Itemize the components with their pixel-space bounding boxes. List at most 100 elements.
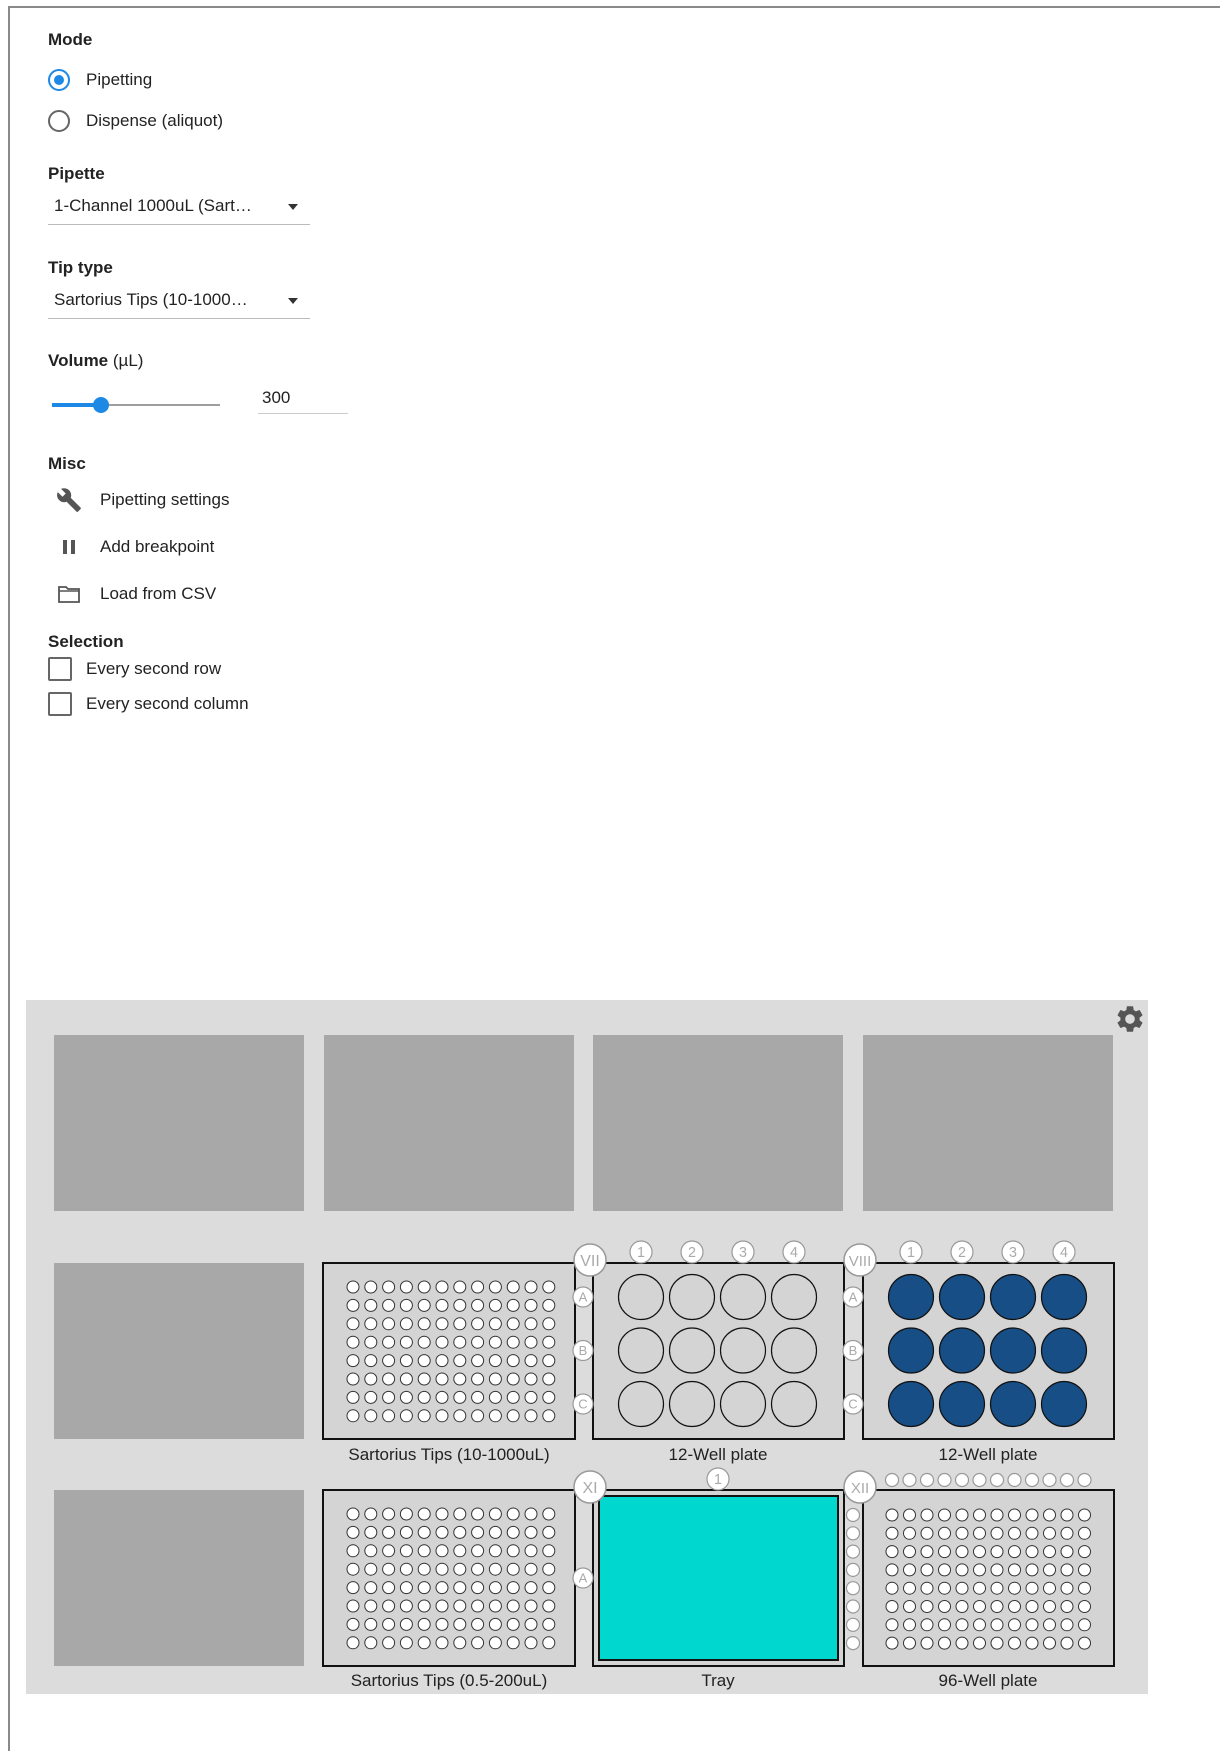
tip-well[interactable] [453, 1372, 467, 1386]
tip-well[interactable] [364, 1390, 378, 1404]
tip-well[interactable] [364, 1581, 378, 1595]
plate-96-well[interactable] [1043, 1618, 1056, 1632]
tip-well[interactable] [399, 1617, 413, 1631]
tip-well[interactable] [399, 1280, 413, 1294]
plate-96-well[interactable] [973, 1526, 986, 1540]
tip-well[interactable] [506, 1372, 520, 1386]
tip-well[interactable] [364, 1636, 378, 1650]
tip-well[interactable] [524, 1562, 538, 1576]
plate-96-well[interactable] [990, 1526, 1004, 1540]
labware-96-well-plate[interactable] [862, 1489, 1115, 1667]
plate-96-well[interactable] [1008, 1545, 1021, 1559]
plate-well[interactable] [668, 1273, 716, 1321]
plate-well[interactable] [887, 1327, 935, 1374]
plate-96-well[interactable] [990, 1563, 1004, 1577]
tip-well[interactable] [542, 1298, 556, 1312]
tip-well[interactable] [382, 1409, 396, 1423]
plate-96-well[interactable] [973, 1636, 986, 1650]
plate-well[interactable] [668, 1327, 716, 1374]
tip-well[interactable] [488, 1617, 502, 1631]
plate-96-well[interactable] [990, 1545, 1004, 1559]
plate-96-well[interactable] [1078, 1545, 1091, 1559]
plate-96-well[interactable] [1078, 1636, 1091, 1650]
tip-well[interactable] [435, 1335, 449, 1349]
tip-well[interactable] [417, 1599, 431, 1613]
tip-well[interactable] [488, 1409, 502, 1423]
tip-well[interactable] [417, 1617, 431, 1631]
tip-well[interactable] [364, 1335, 378, 1349]
tip-well[interactable] [399, 1372, 413, 1386]
tip-well[interactable] [506, 1562, 520, 1576]
tip-well[interactable] [346, 1507, 360, 1521]
plate-96-well[interactable] [1025, 1581, 1039, 1595]
plate-well[interactable] [938, 1327, 986, 1374]
plate-well[interactable] [770, 1273, 818, 1321]
tip-well[interactable] [524, 1507, 538, 1521]
tip-well[interactable] [471, 1335, 485, 1349]
tip-well[interactable] [488, 1335, 502, 1349]
tip-well[interactable] [471, 1280, 485, 1294]
tip-well[interactable] [435, 1562, 449, 1576]
tip-well[interactable] [399, 1354, 413, 1368]
tip-well[interactable] [382, 1599, 396, 1613]
plate-96-well[interactable] [1060, 1600, 1074, 1613]
tip-well[interactable] [382, 1354, 396, 1368]
tip-well[interactable] [346, 1317, 360, 1331]
plate-well[interactable] [617, 1380, 665, 1428]
tray-reservoir[interactable] [598, 1495, 839, 1661]
tip-well[interactable] [471, 1354, 485, 1368]
plate-96-well[interactable] [920, 1526, 934, 1540]
tip-well[interactable] [506, 1390, 520, 1404]
plate-96-well[interactable] [955, 1600, 969, 1613]
plate-96-well[interactable] [1008, 1563, 1021, 1577]
tip-well[interactable] [453, 1617, 467, 1631]
plate-well[interactable] [617, 1327, 665, 1374]
tip-well[interactable] [346, 1280, 360, 1294]
tip-well[interactable] [542, 1636, 556, 1650]
tip-well[interactable] [435, 1409, 449, 1423]
plate-96-well[interactable] [1078, 1526, 1091, 1540]
tip-well[interactable] [364, 1354, 378, 1368]
plate-96-well[interactable] [973, 1618, 986, 1632]
tip-well[interactable] [506, 1280, 520, 1294]
tip-well[interactable] [364, 1409, 378, 1423]
tip-well[interactable] [382, 1525, 396, 1539]
plate-96-well[interactable] [1060, 1581, 1074, 1595]
tip-well[interactable] [399, 1544, 413, 1558]
tip-well[interactable] [488, 1544, 502, 1558]
tip-well[interactable] [346, 1525, 360, 1539]
tip-well[interactable] [382, 1335, 396, 1349]
plate-96-well[interactable] [938, 1636, 951, 1650]
tip-well[interactable] [542, 1617, 556, 1631]
tip-well[interactable] [453, 1636, 467, 1650]
tip-well[interactable] [542, 1562, 556, 1576]
tip-well[interactable] [488, 1298, 502, 1312]
tip-well[interactable] [524, 1617, 538, 1631]
tip-well[interactable] [435, 1317, 449, 1331]
tip-well[interactable] [399, 1636, 413, 1650]
tip-well[interactable] [435, 1354, 449, 1368]
plate-96-well[interactable] [903, 1618, 916, 1632]
plate-96-well[interactable] [903, 1545, 916, 1559]
plate-96-well[interactable] [938, 1600, 951, 1613]
tip-well[interactable] [382, 1562, 396, 1576]
tip-well[interactable] [453, 1298, 467, 1312]
plate-96-well[interactable] [1025, 1545, 1039, 1559]
plate-96-well[interactable] [1008, 1581, 1021, 1595]
plate-well[interactable] [989, 1273, 1037, 1321]
tip-well[interactable] [524, 1280, 538, 1294]
tip-well[interactable] [524, 1636, 538, 1650]
tip-well[interactable] [542, 1507, 556, 1521]
tip-well[interactable] [524, 1525, 538, 1539]
tip-well[interactable] [488, 1280, 502, 1294]
tip-well[interactable] [524, 1581, 538, 1595]
tip-well[interactable] [453, 1390, 467, 1404]
plate-well[interactable] [1040, 1327, 1088, 1374]
plate-96-well[interactable] [973, 1563, 986, 1577]
tip-well[interactable] [506, 1507, 520, 1521]
tip-well[interactable] [364, 1544, 378, 1558]
tip-well[interactable] [488, 1354, 502, 1368]
plate-96-well[interactable] [885, 1508, 899, 1522]
tip-well[interactable] [399, 1599, 413, 1613]
tip-well[interactable] [506, 1636, 520, 1650]
